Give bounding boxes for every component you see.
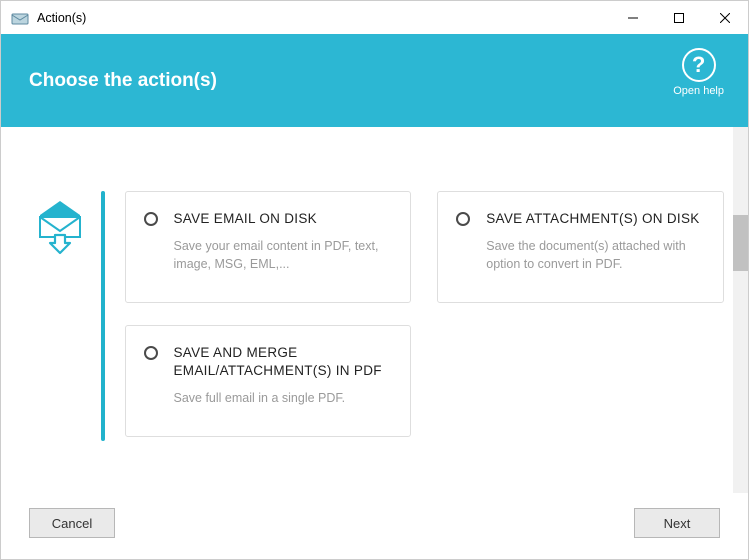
scrollbar-thumb[interactable] [733,215,748,271]
option-save-and-merge-pdf[interactable]: SAVE AND MERGE EMAIL/ATTACHMENT(S) IN PD… [125,325,412,437]
help-icon: ? [682,48,716,82]
open-help-button[interactable]: ? Open help [673,48,724,97]
option-desc: Save the document(s) attached with optio… [486,238,705,273]
vertical-rule [101,191,105,441]
mail-download-icon [36,199,84,493]
scrollbar-track[interactable] [733,127,748,493]
radio-icon [144,212,158,226]
radio-icon [144,346,158,360]
page-title: Choose the action(s) [29,70,217,92]
help-label: Open help [673,85,724,97]
option-title: SAVE AND MERGE EMAIL/ATTACHMENT(S) IN PD… [174,344,393,380]
app-icon [11,9,29,27]
minimize-button[interactable] [610,1,656,34]
window: Action(s) Choose the action(s) ? Open he… [0,0,749,560]
next-button[interactable]: Next [634,508,720,538]
cancel-button[interactable]: Cancel [29,508,115,538]
option-desc: Save your email content in PDF, text, im… [174,238,393,273]
step-icon-column [19,191,101,493]
titlebar: Action(s) [1,1,748,34]
option-save-email-on-disk[interactable]: SAVE EMAIL ON DISK Save your email conte… [125,191,412,303]
option-desc: Save full email in a single PDF. [174,390,393,408]
option-title: SAVE EMAIL ON DISK [174,210,393,228]
radio-icon [456,212,470,226]
wizard-header: Choose the action(s) ? Open help [1,34,748,127]
wizard-body: SAVE EMAIL ON DISK Save your email conte… [1,127,748,493]
close-button[interactable] [702,1,748,34]
options-grid: SAVE EMAIL ON DISK Save your email conte… [125,191,725,493]
scroll-area: SAVE EMAIL ON DISK Save your email conte… [1,127,748,493]
option-save-attachments-on-disk[interactable]: SAVE ATTACHMENT(S) ON DISK Save the docu… [437,191,724,303]
maximize-button[interactable] [656,1,702,34]
option-title: SAVE ATTACHMENT(S) ON DISK [486,210,705,228]
wizard-footer: Cancel Next [1,493,748,559]
window-title: Action(s) [37,11,86,25]
